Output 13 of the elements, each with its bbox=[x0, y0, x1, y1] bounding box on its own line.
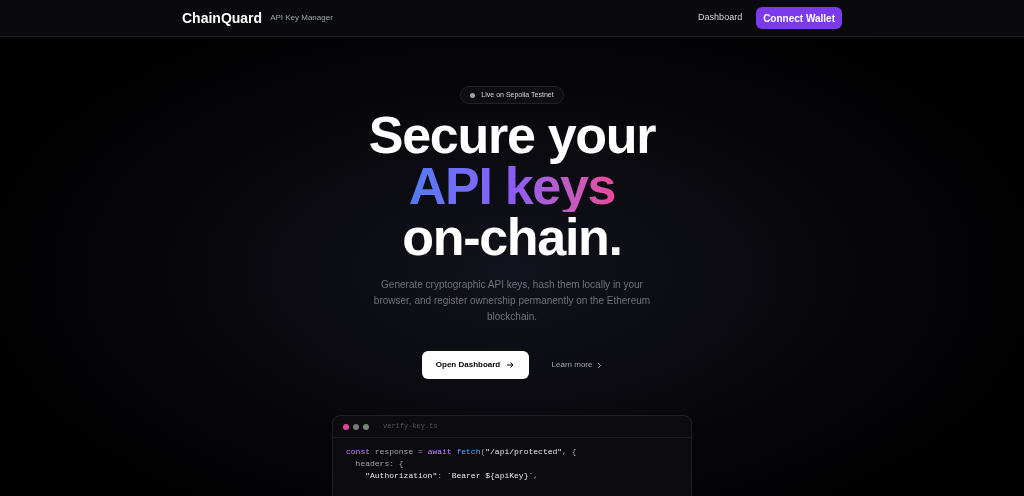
connect-wallet-button[interactable]: Connect Wallet bbox=[756, 7, 842, 29]
brand-tagline: API Key Manager bbox=[270, 12, 333, 24]
code-line: headers: { bbox=[354, 458, 405, 470]
arrow-right-icon bbox=[506, 361, 515, 369]
hero-description: Generate cryptographic API keys, hash them locally in your browser, and register ownership permanently on the Ethereum blockchain. bbox=[372, 278, 652, 324]
hero-heading-line: on-chain. bbox=[402, 212, 622, 263]
chevron-right-icon bbox=[597, 361, 603, 369]
code-line: const response = await fetch("/api/protected", { bbox=[346, 446, 578, 458]
dashboard-link[interactable]: Dashboard bbox=[698, 11, 743, 25]
brand-logo[interactable]: ChainQuard bbox=[182, 7, 263, 29]
code-line: "Authorization": `Bearer ${apiKey}`, bbox=[364, 470, 540, 482]
open-dashboard-button[interactable]: Open Dashboard bbox=[421, 351, 529, 379]
learn-more-link[interactable]: Learn more bbox=[551, 359, 603, 371]
